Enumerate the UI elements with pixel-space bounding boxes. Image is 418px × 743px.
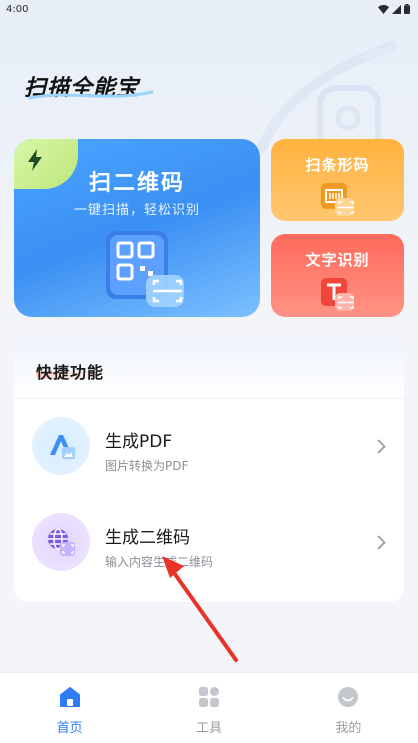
scan-barcode-card[interactable]: 扫条形码 <box>271 139 404 221</box>
nav-label-profile: 我的 <box>335 721 362 736</box>
quick-functions-title: 快捷功能 <box>36 363 105 382</box>
title-swoosh-icon <box>28 90 154 100</box>
quick-functions-panel: 快捷功能 生成PDF 图片转换为PDF 生成二维码 输入内容生成二维码 <box>14 337 404 602</box>
list-item-create-pdf[interactable]: 生成PDF 图片转换为PDF <box>14 399 404 495</box>
chevron-right-icon <box>377 535 386 550</box>
status-bar: 4:00 <box>0 0 418 18</box>
scan-barcode-title: 扫条形码 <box>305 156 370 174</box>
quick-functions-header: 快捷功能 <box>14 337 404 399</box>
profile-icon <box>338 687 359 707</box>
pdf-create-icon <box>32 417 90 475</box>
status-icons <box>378 4 410 14</box>
create-qr-label: 生成二维码 <box>105 528 190 548</box>
qr-code-icon <box>106 231 184 307</box>
wifi-icon <box>378 4 389 14</box>
signal-icon <box>392 4 401 14</box>
nav-item-home[interactable]: 首页 <box>0 673 139 743</box>
nav-label-home: 首页 <box>56 721 83 736</box>
qr-create-icon <box>32 513 90 571</box>
battery-icon <box>404 4 410 14</box>
text-scan-icon <box>321 278 354 311</box>
scan-qr-card[interactable]: 扫二维码 一键扫描，轻松识别 <box>14 139 260 317</box>
text-recognition-title: 文字识别 <box>305 251 370 269</box>
grid-icon <box>198 687 219 707</box>
create-qr-desc: 输入内容生成二维码 <box>105 555 214 569</box>
bottom-navigation: 首页 工具 我的 <box>0 672 418 743</box>
status-time: 4:00 <box>6 3 29 15</box>
create-pdf-label: 生成PDF <box>105 432 173 452</box>
nav-label-tools: 工具 <box>195 721 222 736</box>
home-icon <box>59 687 80 707</box>
nav-item-profile[interactable]: 我的 <box>279 673 418 743</box>
nav-item-tools[interactable]: 工具 <box>139 673 278 743</box>
create-pdf-desc: 图片转换为PDF <box>105 459 189 473</box>
scan-qr-title: 扫二维码 <box>88 171 185 196</box>
chevron-right-icon <box>377 439 386 454</box>
scan-qr-subtitle: 一键扫描，轻松识别 <box>73 203 200 218</box>
list-item-create-qr[interactable]: 生成二维码 输入内容生成二维码 <box>14 495 404 591</box>
text-recognition-card[interactable]: 文字识别 <box>271 234 404 317</box>
barcode-icon <box>321 183 354 216</box>
